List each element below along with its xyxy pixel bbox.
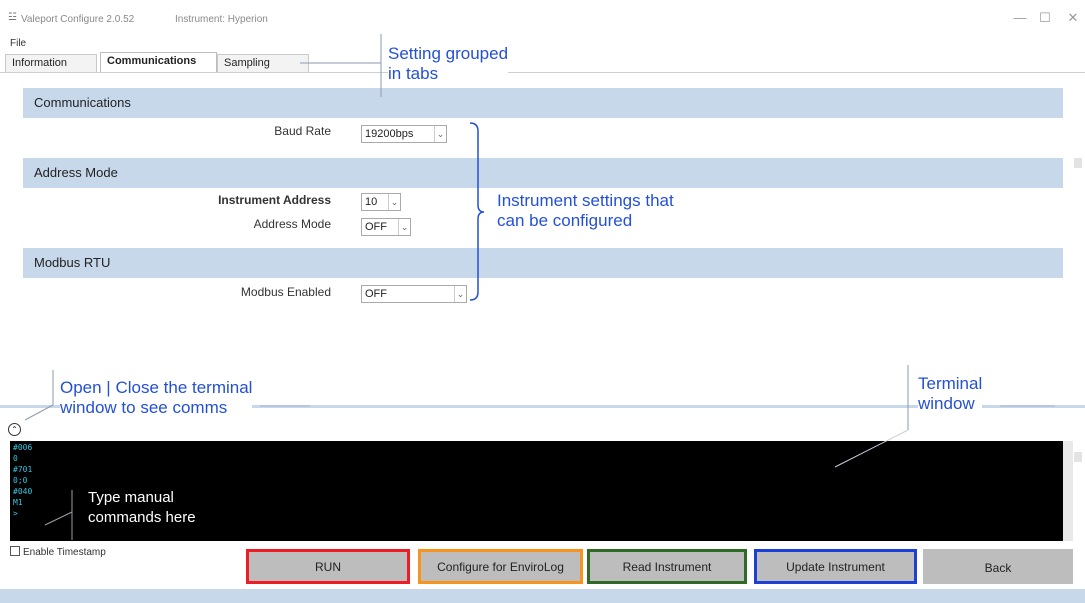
callout-line: [44, 511, 73, 526]
callout-line: [24, 404, 54, 421]
annotation-toggle: Open | Close the terminal window to see …: [60, 378, 253, 418]
annotation-tabs: Setting grouped in tabs: [388, 44, 509, 84]
annotation-terminal: Terminal window: [918, 374, 983, 414]
callout-line: [834, 429, 909, 468]
annotation-settings: Instrument settings that can be configur…: [497, 191, 674, 231]
annotation-manual-commands: Type manual commands here: [88, 489, 196, 526]
brace-icon: [469, 122, 485, 301]
